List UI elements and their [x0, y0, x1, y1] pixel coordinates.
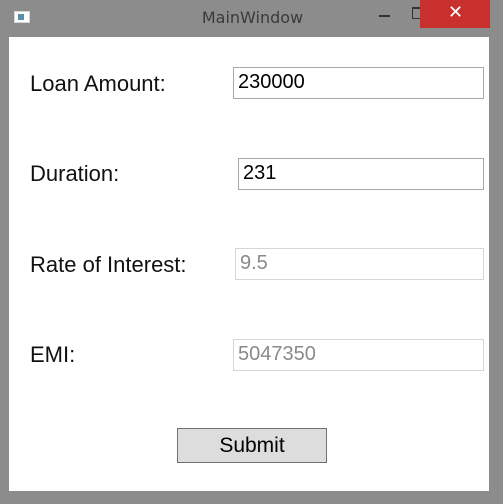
app-icon-inner [18, 14, 24, 20]
title-bar[interactable]: MainWindow ✕ [0, 0, 503, 37]
minimize-icon [379, 15, 390, 17]
emi-label: EMI: [30, 342, 76, 367]
submit-button[interactable]: Submit [177, 428, 327, 463]
emi-output[interactable]: 5047350 [233, 339, 484, 371]
close-icon: ✕ [448, 2, 464, 23]
main-window: MainWindow ✕ Loan Amount: 230000 Duratio… [0, 0, 503, 504]
loan-amount-label: Loan Amount: [30, 71, 166, 96]
app-icon[interactable] [14, 11, 30, 23]
loan-amount-input[interactable]: 230000 [233, 67, 484, 99]
duration-label: Duration: [30, 161, 120, 186]
duration-input[interactable]: 231 [238, 158, 484, 190]
rate-of-interest-label: Rate of Interest: [30, 252, 187, 277]
window-title: MainWindow [201, 8, 304, 27]
client-area: Loan Amount: 230000 Duration: 231 Rate o… [9, 37, 489, 491]
close-button[interactable]: ✕ [420, 0, 490, 28]
rate-of-interest-input[interactable]: 9.5 [235, 248, 484, 280]
minimize-button[interactable] [371, 0, 399, 29]
